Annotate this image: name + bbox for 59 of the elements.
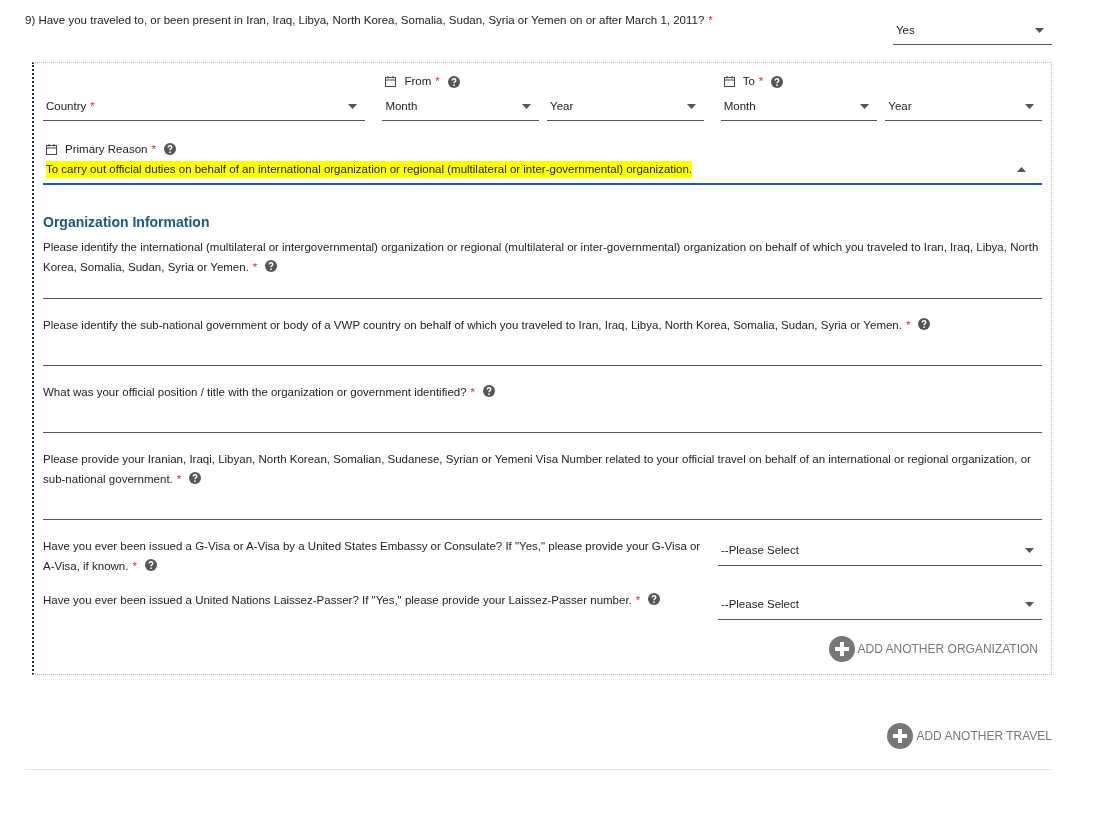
- please-select[interactable]: --Please Select: [717, 538, 1042, 566]
- calendar-icon: [46, 143, 57, 155]
- question-text: 9) Have you traveled to, or been present in Iran, Iraq, Libya, North Korea, Somalia, Sudan, Syria or Yemen on or after March 1, 2011?: [25, 13, 705, 28]
- month-select[interactable]: Month: [382, 93, 540, 121]
- select-value: Country: [46, 98, 87, 114]
- year-select[interactable]: Year: [547, 93, 704, 121]
- select-value: Yes: [896, 23, 915, 38]
- help-icon[interactable]: [483, 385, 496, 398]
- required-mark: *: [758, 74, 764, 90]
- help-icon[interactable]: [144, 559, 157, 572]
- required-mark: *: [708, 13, 713, 28]
- date-label: From: [404, 74, 432, 90]
- question-text: Please identify the international (multilateral or intergovernmental) organization or regional (multilateral or inter-governmental) organization on behalf of which you traveled to Iran, Iraq, Libya, North Korea, Somalia, Sudan, Syria or Yemen. *: [43, 240, 1040, 276]
- caret-icon: [1025, 548, 1034, 554]
- help-icon[interactable]: [163, 143, 176, 156]
- caret-icon: [1035, 28, 1044, 34]
- caret-icon: [1025, 103, 1034, 109]
- select-value: To carry out official duties on behalf of an international organization or regional (multilateral or inter-governmental) organization.: [46, 161, 693, 179]
- date-label: To: [742, 74, 755, 90]
- caret-icon: [860, 103, 870, 109]
- field-label: Primary Reason: [65, 141, 148, 157]
- help-icon[interactable]: [648, 593, 661, 606]
- question-text: Please identify the sub-national government or body of a VWP country on behalf of which you traveled to Iran, Iraq, Libya, North Korea, Somalia, Sudan, Syria or Yemen. *: [43, 315, 1042, 336]
- help-icon[interactable]: [265, 260, 278, 273]
- select-value: --Please Select: [720, 543, 799, 559]
- help-icon[interactable]: [189, 472, 202, 485]
- required-mark: *: [435, 74, 440, 90]
- month-select[interactable]: Month: [720, 93, 878, 121]
- calendar-icon: [723, 76, 735, 88]
- add-organization-button[interactable]: ADD ANOTHER ORGANIZATION: [828, 635, 1038, 662]
- caret-icon: [1017, 167, 1026, 173]
- select-value: Year: [550, 98, 574, 114]
- add-travel-button[interactable]: ADD ANOTHER TRAVEL: [887, 722, 1052, 749]
- required-mark: *: [90, 98, 95, 114]
- select-value: --Please Select: [720, 597, 799, 613]
- question-text: Please provide your Iranian, Iraqi, Libyan, North Korean, Somalian, Sudanese, Syrian or Yemeni Visa Number related to your official travel on behalf of an international or regional organization, or sub-national government. *: [43, 452, 1032, 488]
- help-icon[interactable]: [447, 75, 460, 88]
- answer-select[interactable]: Yes: [893, 18, 1052, 46]
- calendar-icon: [385, 76, 397, 88]
- please-select[interactable]: --Please Select: [717, 592, 1042, 620]
- primary-reason-select[interactable]: To carry out official duties on behalf of an international organization or regional (multilateral or inter-governmental) organization.: [43, 161, 1042, 186]
- plus-circle-icon: [887, 722, 914, 749]
- question-text: What was your official position / title with the organization or government identified? *: [43, 382, 1042, 403]
- question-text: Have you ever been issued a United Nations Laissez-Passer? If "Yes," please provide your Laissez-Passer number. *: [43, 590, 706, 620]
- question-text: Have you ever been issued a G-Visa or A-Visa by a United States Embassy or Consulate? If "Yes," please provide your G-Visa or A-Visa, if known. *: [43, 539, 702, 575]
- caret-icon: [348, 103, 358, 109]
- section-heading: Organization Information: [43, 213, 210, 233]
- help-icon[interactable]: [918, 318, 931, 331]
- select-value: Month: [385, 98, 418, 114]
- required-mark: *: [151, 141, 156, 157]
- caret-icon: [522, 103, 532, 109]
- help-icon[interactable]: [771, 75, 784, 88]
- select-value: Year: [888, 98, 912, 114]
- plus-circle-icon: [828, 635, 855, 662]
- caret-icon: [686, 103, 696, 109]
- caret-icon: [1025, 602, 1034, 608]
- country-select[interactable]: Country *: [43, 93, 366, 121]
- year-select[interactable]: Year: [885, 93, 1042, 121]
- select-value: Month: [723, 98, 756, 114]
